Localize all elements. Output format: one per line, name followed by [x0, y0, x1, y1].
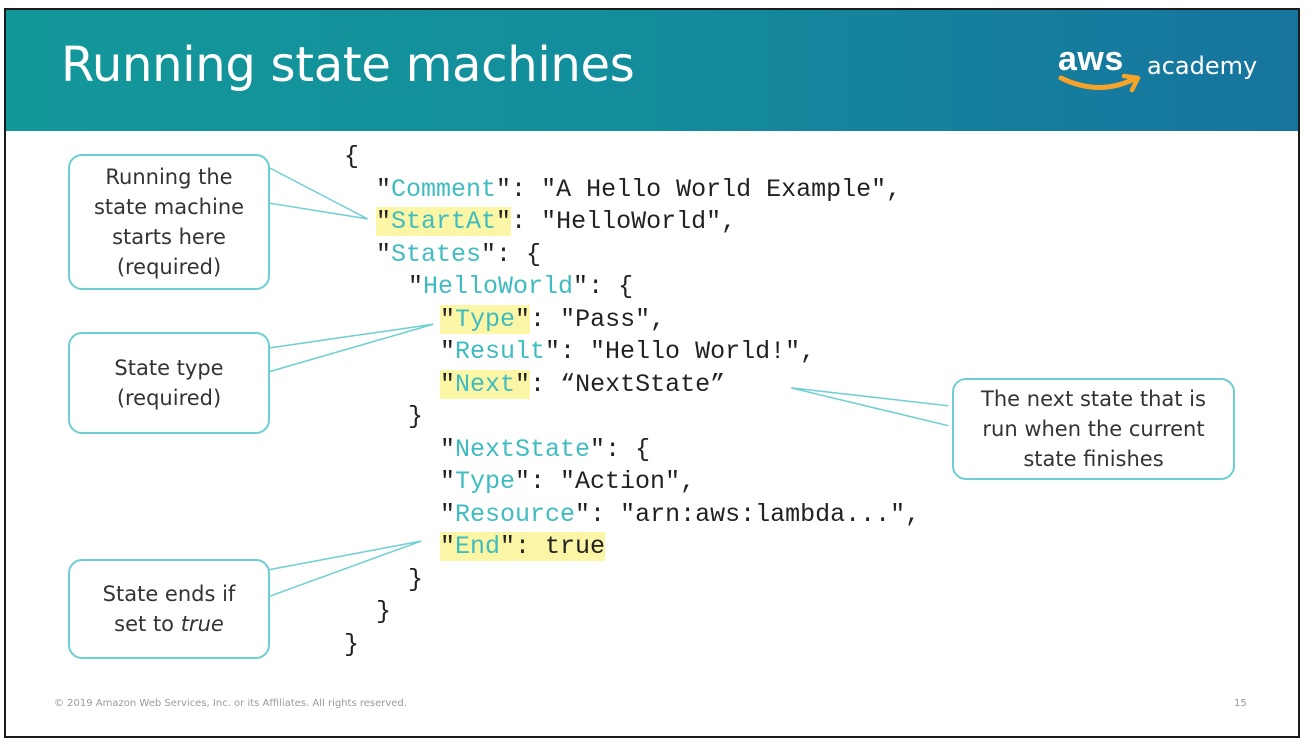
copyright-footer: © 2019 Amazon Web Services, Inc. or its …	[54, 698, 407, 709]
json-key-next: Next	[455, 370, 516, 399]
type-highlight: "Type"	[440, 305, 531, 334]
code-line-helloworld: "HelloWorld": {	[408, 272, 634, 301]
json-key-type-2: Type	[455, 467, 516, 496]
code-line-open: {	[344, 142, 360, 171]
code-line-comment: "Comment": "A Hello World Example",	[376, 175, 902, 204]
callout-next: The next state that is run when the curr…	[952, 378, 1235, 480]
code-line-nextstate: "NextState": {	[440, 435, 651, 464]
json-value-result: "Hello World!",	[590, 337, 816, 366]
slide: Running state machines aws academy { "Co…	[4, 8, 1300, 738]
next-highlight: "Next"	[440, 370, 531, 399]
json-value-end: true	[545, 532, 606, 561]
code-line-startat: "StartAt": "HelloWorld",	[376, 207, 737, 236]
json-key-comment: Comment	[391, 175, 497, 204]
page-number: 15	[1234, 698, 1247, 709]
code-line-close-2: }	[408, 565, 424, 594]
startat-highlight: "StartAt"	[376, 207, 512, 236]
json-key-startat: StartAt	[391, 207, 497, 236]
code-line-resource: "Resource": "arn:aws:lambda...",	[440, 500, 921, 529]
code-line-close-1: }	[408, 402, 424, 431]
json-key-states: States	[391, 240, 482, 269]
callout-end-text: State ends if set to true	[102, 582, 236, 636]
json-value-type: "Pass",	[560, 305, 666, 334]
callout-type: State type (required)	[68, 332, 270, 434]
code-line-type-2: "Type": "Action",	[440, 467, 696, 496]
json-value-startat: "HelloWorld",	[541, 207, 737, 236]
callout-startat-text: Running the state machine starts here (r…	[93, 165, 245, 279]
callout-next-text: The next state that is run when the curr…	[981, 387, 1206, 471]
code-line-type: "Type": "Pass",	[440, 305, 666, 334]
code-line-states: "States": {	[376, 240, 542, 269]
json-key-helloworld: HelloWorld	[423, 272, 574, 301]
json-key-resource: Resource	[455, 500, 576, 529]
json-key-end: End	[455, 532, 501, 561]
end-highlight: "End": true	[440, 532, 606, 561]
code-line-end: "End": true	[440, 532, 606, 562]
callout-type-text: State type (required)	[114, 356, 224, 410]
json-key-type: Type	[455, 305, 516, 334]
json-value-type-2: "Action",	[560, 467, 696, 496]
callout-startat: Running the state machine starts here (r…	[68, 154, 270, 290]
code-line-next: "Next": “NextState”	[440, 370, 726, 399]
code-line-result: "Result": "Hello World!",	[440, 337, 816, 366]
callout-end: State ends if set to true	[68, 559, 270, 659]
json-key-result: Result	[455, 337, 546, 366]
json-value-next: “NextState”	[560, 370, 726, 399]
code-line-close-4: }	[344, 630, 360, 659]
json-value-comment: "A Hello World Example",	[541, 175, 902, 204]
json-key-nextstate: NextState	[455, 435, 591, 464]
code-line-close-3: }	[376, 597, 392, 626]
json-value-resource: "arn:aws:lambda...",	[620, 500, 921, 529]
